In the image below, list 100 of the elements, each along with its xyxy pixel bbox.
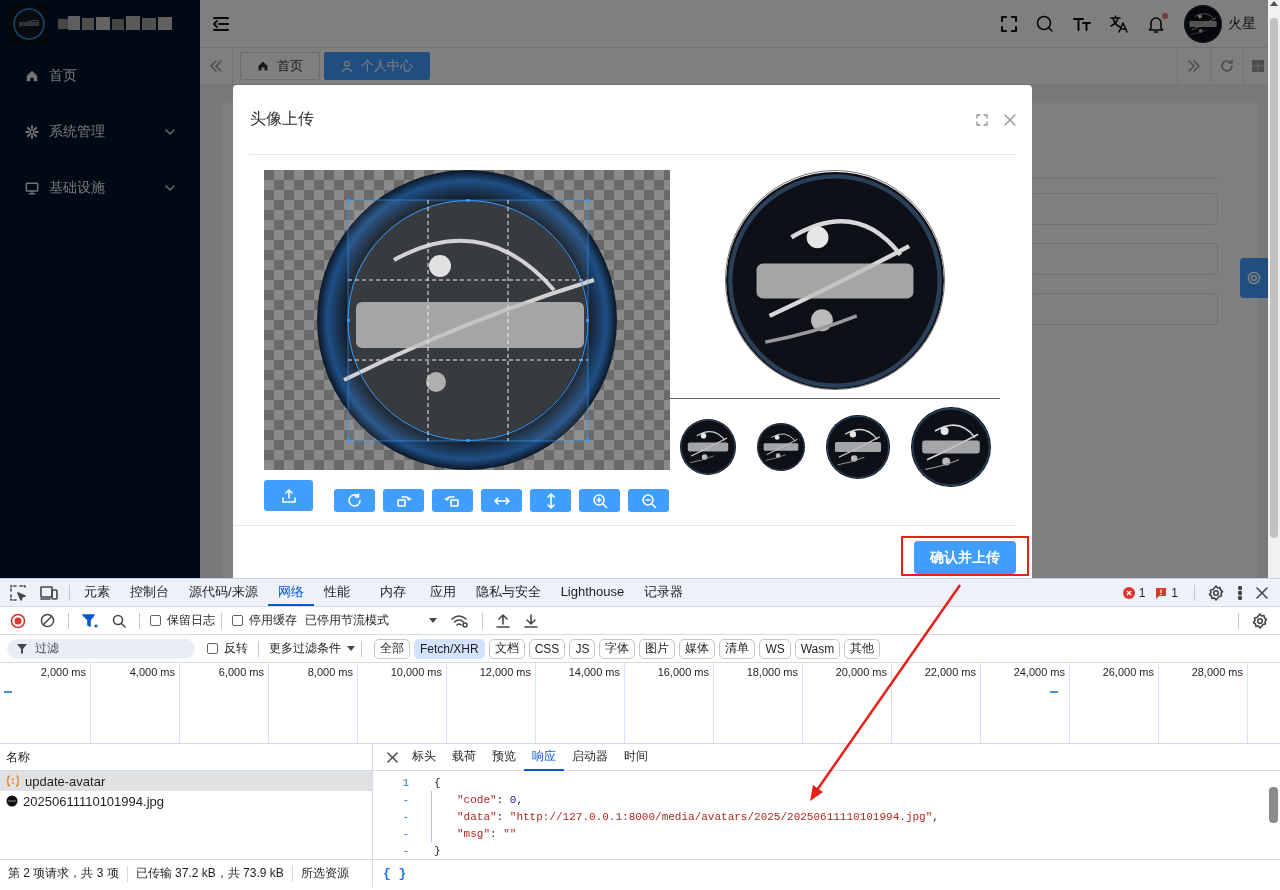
settings-icon[interactable] bbox=[1208, 584, 1224, 601]
panel-tab[interactable]: 源代码/来源 bbox=[179, 579, 268, 606]
filter-chip[interactable]: Fetch/XHR bbox=[414, 638, 485, 659]
filter-chip[interactable]: 媒体 bbox=[679, 638, 716, 659]
panel-tab[interactable]: Lighthouse bbox=[550, 579, 635, 606]
filter-field[interactable]: 过滤 bbox=[7, 638, 195, 659]
upload-icon bbox=[281, 488, 296, 503]
inspect-icon[interactable] bbox=[10, 584, 26, 601]
tick-label: 28,000 ms bbox=[1191, 666, 1243, 678]
tick-label: 18,000 ms bbox=[746, 666, 798, 678]
more-icon[interactable] bbox=[1238, 585, 1242, 600]
rotate-right-icon bbox=[346, 492, 363, 509]
scrollbar[interactable] bbox=[1268, 0, 1280, 578]
filter-chip[interactable]: CSS bbox=[528, 638, 566, 659]
filter-chip[interactable]: JS bbox=[569, 638, 596, 659]
fullscreen-icon[interactable] bbox=[1001, 15, 1017, 32]
detail-tab[interactable]: 时间 bbox=[616, 743, 656, 771]
network-conditions-icon[interactable] bbox=[451, 613, 469, 628]
panel-tab[interactable]: 应用 bbox=[419, 579, 466, 606]
upload-icon[interactable] bbox=[496, 613, 510, 628]
download-icon[interactable] bbox=[524, 613, 538, 628]
image-icon bbox=[6, 795, 18, 807]
detail-tab[interactable]: 启动器 bbox=[564, 743, 616, 771]
fetch-icon bbox=[6, 775, 20, 787]
zoom-in-icon bbox=[591, 492, 608, 509]
rotate-right-button[interactable] bbox=[334, 489, 375, 512]
scrollbar[interactable] bbox=[1269, 787, 1278, 823]
panel-tab[interactable]: 性能 bbox=[313, 579, 360, 606]
search-icon[interactable] bbox=[1036, 14, 1054, 33]
detail-tab[interactable]: 标头 bbox=[404, 743, 444, 771]
code-line: "data": "http://127.0.0.1:8000/media/avatars/2025/20250611110101994.jpg", bbox=[431, 808, 939, 825]
close-icon[interactable] bbox=[387, 751, 398, 763]
line-number: - bbox=[401, 793, 409, 806]
panel-tab[interactable]: 控制台 bbox=[120, 579, 179, 606]
pretty-print-button[interactable]: { } bbox=[383, 866, 407, 881]
home-icon bbox=[257, 60, 269, 72]
filter-icon[interactable] bbox=[82, 613, 98, 628]
bell-icon[interactable] bbox=[1147, 14, 1165, 33]
panel-tab[interactable]: 内存 bbox=[359, 579, 420, 606]
status-text: 第 2 项请求，共 3 项 bbox=[7, 865, 120, 882]
throttling-dropdown[interactable]: 已停用节流模式 bbox=[305, 612, 437, 629]
font-size-icon[interactable] bbox=[1073, 15, 1091, 32]
zoom-out-button[interactable] bbox=[628, 489, 669, 512]
record-icon[interactable] bbox=[10, 612, 26, 629]
filter-chip[interactable]: 字体 bbox=[599, 638, 636, 659]
translate-icon[interactable] bbox=[1110, 14, 1128, 33]
clear-icon[interactable] bbox=[40, 613, 55, 628]
filter-chip[interactable]: 其他 bbox=[844, 638, 881, 659]
checkbox[interactable] bbox=[207, 643, 218, 654]
settings-icon[interactable] bbox=[1252, 612, 1268, 629]
error-count[interactable]: 1 bbox=[1122, 585, 1146, 600]
filter-chip[interactable]: WS bbox=[759, 638, 791, 659]
sidebar-item[interactable]: 首页 bbox=[0, 48, 200, 104]
sidebar-item[interactable]: 基础设施 bbox=[0, 160, 200, 216]
code-line: { bbox=[433, 775, 441, 791]
filter-chip[interactable]: 文档 bbox=[488, 638, 525, 659]
code-line: "code": 0, bbox=[431, 791, 524, 808]
filter-chip[interactable]: 清单 bbox=[719, 638, 756, 659]
tick-label: 2,000 ms bbox=[40, 666, 86, 678]
user-icon bbox=[341, 60, 353, 72]
double-chevron-icon bbox=[1188, 60, 1200, 72]
tick-label: 26,000 ms bbox=[1102, 666, 1154, 678]
checkbox[interactable] bbox=[232, 615, 243, 626]
more-filters-dropdown[interactable]: 更多过滤条件 bbox=[269, 640, 355, 657]
issue-count[interactable]: 1 bbox=[1155, 585, 1178, 600]
code-line: } bbox=[433, 843, 441, 859]
user-name[interactable]: 火星 bbox=[1228, 14, 1256, 33]
panel-tab[interactable]: 记录器 bbox=[634, 579, 694, 606]
device-icon[interactable] bbox=[40, 584, 58, 601]
close-icon[interactable] bbox=[1256, 586, 1268, 599]
detail-tab[interactable]: 载荷 bbox=[444, 743, 484, 771]
panel-tab[interactable]: 隐私与安全 bbox=[465, 579, 551, 606]
request-row[interactable]: update-avatar bbox=[0, 771, 372, 791]
code-line: "msg": "" bbox=[431, 825, 517, 842]
error-icon bbox=[1122, 586, 1135, 599]
panel-tab[interactable]: 元素 bbox=[74, 579, 120, 606]
tick-label: 14,000 ms bbox=[568, 666, 620, 678]
fullscreen-icon[interactable] bbox=[976, 113, 988, 126]
menu-icon[interactable] bbox=[212, 14, 230, 33]
filter-chip[interactable]: Wasm bbox=[794, 638, 841, 659]
search-icon[interactable] bbox=[112, 613, 126, 628]
crop-box[interactable] bbox=[347, 199, 589, 442]
sidebar-item[interactable]: 系统管理 bbox=[0, 104, 200, 160]
filter-chip[interactable]: 图片 bbox=[639, 638, 676, 659]
flip-vertical-button[interactable] bbox=[530, 489, 571, 512]
request-row[interactable]: 20250611110101994.jpg bbox=[0, 791, 372, 811]
zoom-out-icon bbox=[640, 492, 657, 509]
filter-chip[interactable]: 全部 bbox=[374, 638, 410, 659]
tick-label: 12,000 ms bbox=[479, 666, 531, 678]
line-number: - bbox=[401, 827, 409, 840]
flip-horizontal-button[interactable] bbox=[481, 489, 522, 512]
caret-icon bbox=[429, 618, 437, 623]
page-tab[interactable]: 首页 bbox=[240, 52, 320, 80]
checkbox[interactable] bbox=[150, 615, 161, 626]
zoom-in-button[interactable] bbox=[579, 489, 620, 512]
detail-tab[interactable]: 响应 bbox=[524, 743, 564, 771]
double-chevron-icon bbox=[210, 60, 222, 72]
detail-tab[interactable]: 预览 bbox=[484, 743, 524, 771]
panel-tab[interactable]: 网络 bbox=[267, 579, 314, 606]
arrow-up-icon bbox=[1270, 0, 1278, 6]
